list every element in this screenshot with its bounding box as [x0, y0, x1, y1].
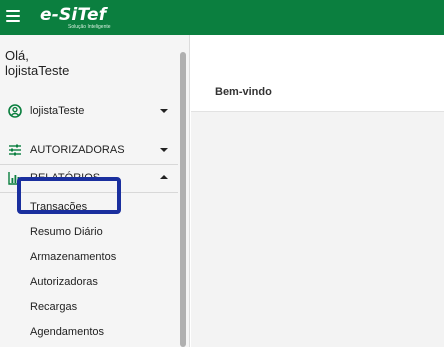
- page-title: Bem-vindo: [215, 86, 272, 98]
- esitef-logo: e-SiTef Solução Inteligente: [40, 5, 111, 30]
- hamburger-menu-icon[interactable]: [6, 10, 20, 22]
- submenu-item-recargas[interactable]: Recargas: [30, 301, 77, 313]
- user-circle-icon: [8, 104, 22, 118]
- selection-highlight: [17, 177, 121, 214]
- main-header: Bem-vindo: [191, 35, 444, 112]
- submenu-item-autorizadoras[interactable]: Autorizadoras: [30, 276, 98, 288]
- greeting-username: lojistaTeste: [5, 63, 70, 78]
- sliders-icon: [9, 144, 21, 156]
- logo-tagline: Solução Inteligente: [68, 24, 111, 30]
- greeting-hello: Olá,: [5, 48, 29, 63]
- sidebar-item-autorizadoras[interactable]: AUTORIZADORAS: [0, 136, 178, 164]
- sidebar-item-user[interactable]: lojistaTeste: [0, 97, 178, 125]
- greeting: Olá, lojistaTeste: [5, 48, 69, 78]
- submenu-item-resumo-diario[interactable]: Resumo Diário: [30, 226, 103, 238]
- top-app-bar: e-SiTef Solução Inteligente: [0, 0, 444, 35]
- chevron-up-icon: [160, 175, 168, 179]
- logo-text: e-SiTef: [40, 5, 107, 25]
- submenu-item-agendamentos[interactable]: Agendamentos: [30, 326, 104, 338]
- chevron-down-icon: [160, 148, 168, 152]
- scrollbar-thumb[interactable]: [180, 52, 186, 347]
- submenu-item-armazenamentos[interactable]: Armazenamentos: [30, 251, 116, 263]
- sidebar-item-user-label: lojistaTeste: [30, 105, 85, 117]
- sidebar-scrollbar[interactable]: [178, 47, 188, 347]
- chevron-down-icon: [160, 109, 168, 113]
- main-content: Bem-vindo: [191, 35, 444, 347]
- sidebar-item-autorizadoras-label: AUTORIZADORAS: [30, 144, 125, 156]
